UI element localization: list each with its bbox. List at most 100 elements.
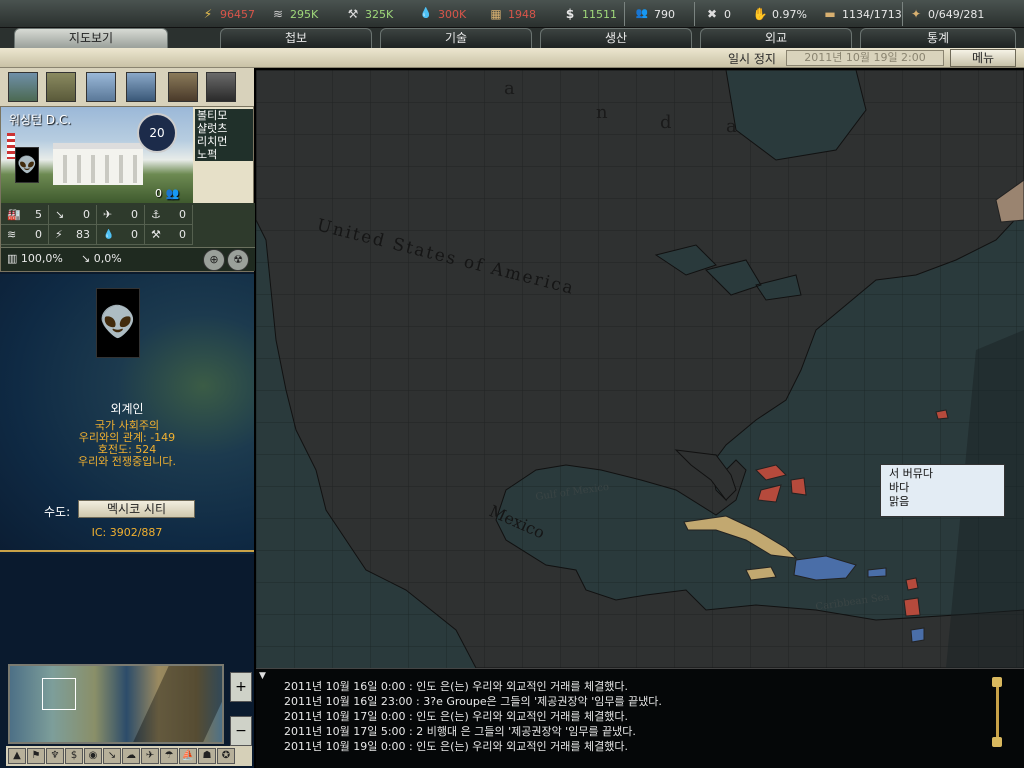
- log-entry[interactable]: 2011년 10월 16일 0:00 : 인도 은(는) 우리와 외교적인 거래…: [284, 678, 628, 694]
- world-map[interactable]: a n d a United States of America Mexico …: [256, 70, 1024, 668]
- log-entry[interactable]: 2011년 10월 17일 5:00 : 2 비행대 은 그들의 '제공권장악 …: [284, 723, 636, 739]
- rare-materials-icon: ⚒: [347, 7, 359, 21]
- bermuda[interactable]: [935, 409, 949, 420]
- filter-air-icon[interactable]: [86, 72, 116, 102]
- tab-production[interactable]: 생산: [540, 28, 692, 48]
- tab-map[interactable]: 지도보기: [14, 28, 168, 48]
- building-factory[interactable]: 🏭 5: [1, 205, 49, 225]
- resource-supplies[interactable]: ▦ 1948: [488, 5, 536, 23]
- resource-energy[interactable]: ⚡ 96457: [200, 5, 255, 23]
- minimap-viewport[interactable]: [42, 678, 76, 710]
- convoy-icon: ✦: [910, 7, 922, 21]
- mapmode-building-icon[interactable]: ☗: [198, 748, 216, 764]
- resource-metal[interactable]: ≋ 295K: [270, 5, 318, 23]
- lesser-antilles-3[interactable]: [910, 627, 925, 643]
- transport-icon: ▬: [824, 7, 836, 21]
- mapmode-industry-icon[interactable]: ☂: [160, 748, 178, 764]
- alien-flag-icon[interactable]: 👽: [96, 288, 140, 358]
- minimap[interactable]: [8, 664, 224, 744]
- capital-button[interactable]: 멕시코 시티: [78, 500, 195, 518]
- resource-separator: [694, 2, 695, 26]
- puerto-rico[interactable]: [867, 567, 887, 578]
- tab-intelligence[interactable]: 첩보: [220, 28, 372, 48]
- log-entry[interactable]: 2011년 10월 19일 0:00 : 인도 은(는) 우리와 외교적인 거래…: [284, 738, 628, 754]
- resource-dissent[interactable]: ✋ 0.97%: [752, 5, 807, 23]
- neighbor-province-list: 볼티모 샬럿츠 리치먼 노퍽: [195, 109, 253, 161]
- alien-owner-icon[interactable]: 👽: [15, 147, 39, 183]
- building-airbase[interactable]: ✈ 0: [97, 205, 145, 225]
- money-icon: $: [565, 7, 575, 21]
- mapmode-infrastructure-icon[interactable]: ↘: [103, 748, 121, 764]
- province-percent-row: ▥ 100,0% ↘ 0,0% ⊕ ☢: [1, 247, 255, 271]
- mapmode-resource-icon[interactable]: ◉: [84, 748, 102, 764]
- tab-technology[interactable]: 기술: [380, 28, 532, 48]
- oil-icon: 💧: [419, 8, 433, 19]
- mapmode-naval-icon[interactable]: ⛵: [179, 748, 197, 764]
- resource-oil[interactable]: 💧 300K: [418, 5, 466, 23]
- mapmode-supply-icon[interactable]: ♆: [46, 748, 64, 764]
- province-grid: [256, 70, 1024, 668]
- filter-army-icon[interactable]: [46, 72, 76, 102]
- metal-icon: ≋: [272, 7, 284, 21]
- filter-hq-icon[interactable]: [168, 72, 198, 102]
- resource-manpower[interactable]: 👥 790: [634, 5, 675, 23]
- mapmode-air-icon[interactable]: ✈: [141, 748, 159, 764]
- province-buildings: 🏭 5 ↘ 0 ✈ 0 ⚓ 0 ≋ 0 ⚡ 83 💧 0 ⚒ 0: [1, 203, 255, 247]
- map-canvas[interactable]: a n d a United States of America Mexico …: [256, 70, 1024, 668]
- neighbor-province[interactable]: 노퍽: [195, 148, 253, 161]
- resource-convoys[interactable]: ✦ 0/649/281: [908, 5, 984, 23]
- resource-nukes[interactable]: ✖ 0: [704, 5, 731, 23]
- resource-rare-materials[interactable]: ⚒ 325K: [345, 5, 394, 23]
- scroll-track[interactable]: [996, 683, 999, 739]
- status-bar: 일시 정지 2011년 10월 19일 2:00 메뉴: [0, 48, 1024, 68]
- resource-transport[interactable]: ▬ 1134/1713: [822, 5, 901, 23]
- mapmode-economy-icon[interactable]: $: [65, 748, 83, 764]
- label-canada-n: n: [596, 102, 608, 123]
- log-collapse-icon[interactable]: ▼: [259, 671, 266, 681]
- filter-navy-icon[interactable]: [126, 72, 156, 102]
- energy-icon: ⚡: [55, 228, 63, 241]
- lesser-antilles-2[interactable]: [903, 597, 921, 617]
- tooltip-weather: 맑음: [889, 495, 910, 508]
- log-entry[interactable]: 2011년 10월 16일 23:00 : 3?e Groupe은 그들의 '제…: [284, 693, 662, 709]
- tab-statistics[interactable]: 통계: [860, 28, 1016, 48]
- filter-special-icon[interactable]: [206, 72, 236, 102]
- lesser-antilles-1[interactable]: [905, 577, 919, 591]
- mapmode-terrain-icon[interactable]: ▲: [8, 748, 26, 764]
- pause-indicator[interactable]: 일시 정지: [728, 50, 776, 67]
- mapmode-special-icon[interactable]: ✪: [217, 748, 235, 764]
- building-anti-air[interactable]: ↘ 0: [49, 205, 97, 225]
- map-mode-bar: ▲ ⚑ ♆ $ ◉ ↘ ☁ ✈ ☂ ⛵ ☗ ✪: [6, 746, 252, 766]
- tooltip-province: 서 버뮤다: [889, 467, 933, 480]
- nuclear-icon[interactable]: ☢: [227, 249, 249, 271]
- building-naval-base[interactable]: ⚓ 0: [145, 205, 193, 225]
- radar-stat: ↘ 0,0%: [81, 252, 122, 265]
- bahamas-east[interactable]: [790, 477, 807, 496]
- scroll-up-handle[interactable]: [992, 677, 1002, 687]
- label-canada-a: a: [504, 78, 515, 99]
- neighbor-province[interactable]: 리치먼: [195, 135, 253, 148]
- log-scrollbar[interactable]: [990, 677, 1004, 747]
- metal-icon: ≋: [7, 228, 17, 241]
- anti-air-icon: ↘: [55, 208, 65, 221]
- dissent-icon: ✋: [752, 7, 768, 21]
- resource-money[interactable]: $11511: [562, 5, 617, 23]
- log-entry[interactable]: 2011년 10월 17일 0:00 : 인도 은(는) 우리와 외교적인 거래…: [284, 708, 628, 724]
- energy-icon: ⚡: [203, 7, 213, 21]
- menu-button[interactable]: 메뉴: [950, 49, 1016, 67]
- neighbor-province[interactable]: 샬럿츠: [195, 122, 253, 135]
- target-icon[interactable]: ⊕: [203, 249, 225, 271]
- mapmode-political-icon[interactable]: ⚑: [27, 748, 45, 764]
- zoom-in-button[interactable]: +: [230, 672, 252, 702]
- naval-base-icon: ⚓: [151, 208, 161, 221]
- tab-diplomacy[interactable]: 외교: [700, 28, 852, 48]
- neighbor-province[interactable]: 볼티모: [195, 109, 253, 122]
- capital-label: 수도:: [44, 505, 71, 519]
- scroll-down-handle[interactable]: [992, 737, 1002, 747]
- zoom-out-button[interactable]: −: [230, 716, 252, 746]
- mapmode-weather-icon[interactable]: ☁: [122, 748, 140, 764]
- victory-point-star-icon: 20: [137, 113, 177, 153]
- filter-all-icon[interactable]: [8, 72, 38, 102]
- garrison-count: 0 👥: [155, 187, 180, 200]
- supplies-icon: ▦: [490, 7, 502, 21]
